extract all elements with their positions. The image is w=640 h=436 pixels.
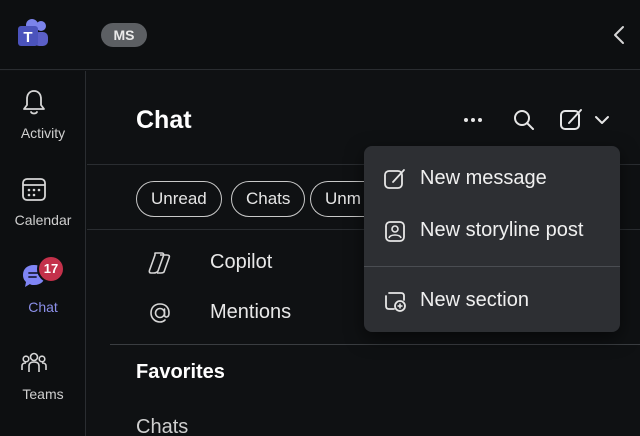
new-section-icon	[385, 292, 406, 312]
rail-item-calendar[interactable]: Calendar	[0, 174, 86, 254]
section-divider	[110, 344, 640, 345]
chats-heading[interactable]: Chats	[136, 416, 188, 436]
filter-chats[interactable]: Chats	[231, 181, 306, 217]
at-sign-icon	[150, 303, 170, 323]
chevron-left-icon[interactable]	[607, 22, 633, 48]
menu-label-new-section: New section	[420, 289, 529, 311]
menu-item-new-section[interactable]: New section	[364, 278, 620, 322]
teams-icon	[21, 352, 47, 372]
calendar-icon	[22, 178, 46, 201]
rail-label-calendar: Calendar	[14, 212, 72, 228]
new-item-menu: New message New storyline post New secti…	[364, 146, 620, 332]
new-chat-button[interactable]	[556, 104, 614, 136]
app-rail: Activity Calendar 17 Chat Teams	[0, 71, 86, 436]
menu-item-new-storyline-post[interactable]: New storyline post	[364, 208, 620, 252]
filter-unread[interactable]: Unread	[136, 181, 222, 217]
unread-count-badge: 17	[37, 255, 65, 283]
search-icon[interactable]	[509, 104, 539, 136]
rail-label-activity: Activity	[20, 125, 66, 141]
filter-unmuted[interactable]: Unm	[310, 181, 372, 217]
more-options-icon[interactable]	[458, 104, 488, 136]
account-avatar[interactable]: MS	[101, 23, 147, 47]
copilot-icon	[148, 252, 171, 274]
list-label-mentions: Mentions	[210, 301, 292, 323]
menu-item-new-message[interactable]: New message	[364, 156, 620, 200]
rail-label-teams: Teams	[22, 386, 64, 402]
storyline-icon	[385, 221, 405, 242]
list-label-copilot: Copilot	[210, 251, 273, 273]
rail-label-chat: Chat	[28, 299, 58, 315]
favorites-heading[interactable]: Favorites	[136, 361, 225, 384]
rail-item-chat[interactable]: 17 Chat	[0, 255, 86, 341]
compose-icon	[384, 169, 405, 189]
teams-logo-icon[interactable]: T	[14, 18, 52, 52]
rail-item-teams[interactable]: Teams	[0, 348, 86, 428]
page-title: Chat	[136, 106, 192, 134]
menu-label-new-message: New message	[420, 167, 547, 189]
menu-label-new-storyline-post: New storyline post	[420, 219, 584, 241]
rail-item-activity[interactable]: Activity	[0, 87, 86, 167]
title-bar: T MS	[0, 0, 640, 70]
bell-icon	[23, 90, 45, 115]
menu-divider	[364, 266, 620, 267]
svg-text:T: T	[23, 29, 32, 46]
